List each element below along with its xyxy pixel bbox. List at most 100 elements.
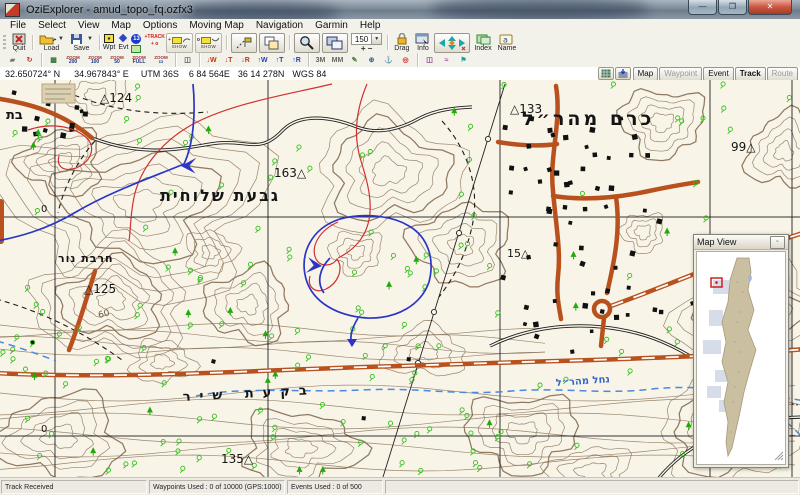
menu-help[interactable]: Help xyxy=(354,20,387,31)
map-legend-fragment xyxy=(41,83,76,104)
refresh-map-button[interactable]: ↻ xyxy=(22,54,37,66)
event-symbol-button[interactable]: Evt xyxy=(118,33,128,52)
gps-download-routes-button[interactable]: ↓R xyxy=(238,54,253,66)
map-view-titlebar[interactable]: Map View ▫ xyxy=(694,235,788,250)
drag-button[interactable]: Drag xyxy=(391,32,412,53)
zoom-full-button[interactable]: ZOOM FULL xyxy=(128,54,150,67)
index-button[interactable]: Index xyxy=(471,33,494,53)
zoom-50-button[interactable]: ZOOM 50 xyxy=(106,54,128,67)
toggle-route-button[interactable]: Route xyxy=(766,66,798,81)
place-name-givat-shluchit: גבעת שלוחית xyxy=(160,186,280,205)
menu-garmin[interactable]: Garmin xyxy=(309,20,354,31)
grid-label-0-lower: 0 xyxy=(41,424,47,435)
toolbar-grip[interactable] xyxy=(3,34,6,51)
man-overboard-button[interactable]: ◎ xyxy=(398,54,413,66)
save-button[interactable]: ▼ Save xyxy=(67,33,96,53)
window-title: OziExplorer - amud_topo_fq.ozfx3 xyxy=(26,3,193,16)
magnify-button[interactable] xyxy=(293,32,320,53)
toggle-waypoint-button[interactable]: Waypoint xyxy=(659,66,703,81)
separator xyxy=(417,52,418,68)
coordinate-bar: 32.650724° N 34.967843° E UTM 36S 6 84 5… xyxy=(0,66,800,81)
profile-window-button[interactable]: ◫ xyxy=(422,54,437,66)
grid-toggle-button[interactable] xyxy=(597,67,614,80)
copy-to-clipboard-button[interactable] xyxy=(258,32,285,53)
toolbar-main: Quit ▼ Load ▼ Save Wpt Evt 13 +TRACK + o… xyxy=(0,32,800,54)
gps-upload-waypoints-button[interactable]: ↑W xyxy=(255,54,270,66)
zoom-100-button[interactable]: ZOOM 100 xyxy=(84,54,106,67)
status-waypoints: Waypoints Used : 0 of 10000 (GPS:1000) xyxy=(149,480,285,494)
spot-height-99: 99△ xyxy=(731,140,756,154)
pan-arrows-button[interactable] xyxy=(434,32,471,53)
load-button[interactable]: ▼ Load xyxy=(36,33,67,53)
map-view-restore-button[interactable]: ▫ xyxy=(770,235,785,249)
menu-file[interactable]: File xyxy=(4,20,32,31)
gps-upload-tracks-button[interactable]: ↑T xyxy=(272,54,287,66)
disk-icon: ▼ xyxy=(70,33,93,45)
position-flag-button[interactable]: ⚑ xyxy=(456,54,471,66)
event-icon xyxy=(119,33,128,42)
maximize-button[interactable]: ❐ xyxy=(718,0,747,15)
glass-reflection xyxy=(430,0,650,19)
gps-upload-routes-button[interactable]: ↑R xyxy=(289,54,304,66)
waypoint-symbol-button[interactable]: Wpt xyxy=(103,33,115,52)
route-flag-button[interactable] xyxy=(230,32,257,53)
status-events: Events Used : 0 of 500 xyxy=(287,480,383,494)
show-track-button[interactable]: + SHOW xyxy=(165,32,193,53)
menu-view[interactable]: View xyxy=(72,20,106,31)
spot-height-15: 15△ xyxy=(507,247,530,260)
quit-button[interactable]: Quit xyxy=(9,33,29,53)
place-name-khirbet-nur: חרבת נור xyxy=(58,252,114,265)
ozi-explorer-window: OziExplorer - amud_topo_fq.ozfx3 — ❐ ✕ F… xyxy=(0,0,800,495)
zoom-window-button[interactable]: ZOOM ▭ xyxy=(150,54,172,67)
map-window-button[interactable]: ▩ xyxy=(46,54,61,66)
separator xyxy=(225,35,227,50)
track-add-buttons[interactable]: +TRACK + o xyxy=(144,34,164,47)
utm-northing-readout: 36 14 278N xyxy=(237,68,285,79)
close-button[interactable]: ✕ xyxy=(748,0,792,15)
toggle-track-button[interactable]: Track xyxy=(734,66,766,81)
zoom-200-button[interactable]: ZOOM 200 xyxy=(62,54,84,67)
grid-label-0-upper: 0 xyxy=(41,204,47,215)
zoom-out-button[interactable]: − xyxy=(368,45,373,53)
map-view-body[interactable] xyxy=(696,251,786,465)
zoom-in-button[interactable]: + xyxy=(361,45,366,53)
overview-map[interactable] xyxy=(697,252,785,464)
show-route-button[interactable]: o SHOW xyxy=(194,32,222,53)
menu-map[interactable]: Map xyxy=(105,20,136,31)
gps-download-waypoints-button[interactable]: ↓W xyxy=(204,54,219,66)
map-toggle-buttons: Map Waypoint Event Track Route xyxy=(597,66,800,81)
track-color-icon xyxy=(131,44,142,53)
toggle-map-button[interactable]: Map xyxy=(632,66,659,81)
padlock-icon xyxy=(396,32,408,45)
toggle-event-button[interactable]: Event xyxy=(703,66,734,81)
zoom-dropdown-arrow[interactable]: ▼ xyxy=(371,34,382,44)
separator xyxy=(32,35,33,50)
screen-layout-button[interactable]: ◫ xyxy=(180,54,195,66)
title-bar[interactable]: OziExplorer - amud_topo_fq.ozfx3 — ❐ ✕ xyxy=(0,0,800,20)
windows-button[interactable] xyxy=(321,32,348,53)
zoom-level-input[interactable]: 150 xyxy=(352,35,371,44)
minimize-button[interactable]: — xyxy=(688,0,717,15)
track-pencil-button[interactable]: ✎ xyxy=(347,54,362,66)
info-button[interactable]: Info xyxy=(412,33,433,53)
name-search-button[interactable]: a Name xyxy=(495,33,520,53)
moving-map-button[interactable]: MM xyxy=(330,54,345,66)
projection-globe-button[interactable]: ⊕ xyxy=(364,54,379,66)
altitude-profile-button[interactable]: ≈ xyxy=(439,54,454,66)
map-canvas[interactable]: △124△133163△△12599△135△15△6000בתגבעת שלו… xyxy=(0,80,800,477)
place-name-partial: בת xyxy=(6,108,23,123)
map-view-title: Map View xyxy=(697,237,737,247)
nmea-log-button[interactable]: 3M xyxy=(313,54,328,66)
menu-moving-map[interactable]: Moving Map xyxy=(183,20,249,31)
menu-options[interactable]: Options xyxy=(137,20,183,31)
send-map-image-button[interactable]: ▰ xyxy=(5,54,20,66)
track-show-icon: + xyxy=(168,36,191,44)
save-position-button[interactable] xyxy=(614,67,631,80)
track-counter[interactable]: 13 xyxy=(131,33,142,53)
separator xyxy=(288,35,290,50)
menu-navigation[interactable]: Navigation xyxy=(250,20,309,31)
gps-download-tracks-button[interactable]: ↓T xyxy=(221,54,236,66)
menu-select[interactable]: Select xyxy=(32,20,72,31)
anchor-button[interactable]: ⚓ xyxy=(381,54,396,66)
magnifier-icon xyxy=(300,36,314,50)
